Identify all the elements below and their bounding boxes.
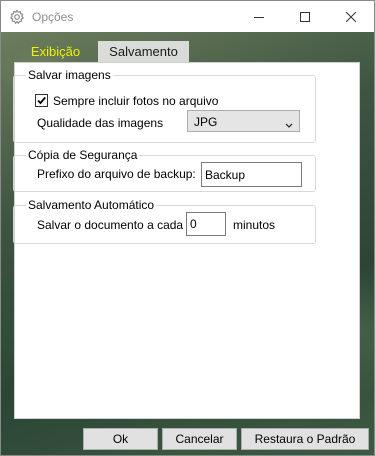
quality-label: Qualidade das imagens <box>37 116 164 130</box>
gear-icon <box>9 9 25 25</box>
cancel-button[interactable]: Cancelar <box>162 428 237 450</box>
always-include-checkbox[interactable] <box>35 94 48 107</box>
close-icon <box>346 11 356 22</box>
tab-exibicao[interactable]: Exibição <box>14 41 97 62</box>
backup-group-title: Cópia de Segurança <box>26 148 140 162</box>
save-images-group: Salvar imagens <box>13 68 316 143</box>
close-button[interactable] <box>328 1 374 32</box>
checkmark-icon <box>37 96 46 105</box>
maximize-button[interactable] <box>282 1 328 32</box>
autosave-unit-label: minutos <box>233 218 276 232</box>
always-include-label[interactable]: Sempre incluir fotos no arquivo <box>53 94 218 108</box>
autosave-every-label: Salvar o documento a cada <box>37 218 184 232</box>
title-bar[interactable]: Opções <box>1 1 374 32</box>
minimize-button[interactable] <box>236 1 282 32</box>
backup-prefix-label: Prefixo do arquivo de backup: <box>37 167 196 181</box>
maximize-icon <box>300 11 310 22</box>
restore-defaults-button[interactable]: Restaura o Padrão <box>241 428 369 450</box>
tab-salvamento[interactable]: Salvamento <box>98 41 189 62</box>
window-title: Opções <box>32 10 74 24</box>
autosave-group-title: Salvamento Automático <box>26 198 157 212</box>
save-images-group-title: Salvar imagens <box>26 68 113 82</box>
chevron-down-icon <box>285 118 293 132</box>
options-dialog: Opções Exibição Salvamento Salvar imagen… <box>0 0 375 456</box>
autosave-minutes-input[interactable] <box>186 212 226 236</box>
backup-prefix-input[interactable] <box>201 162 302 187</box>
quality-select-value: JPG <box>194 115 218 129</box>
minimize-icon <box>254 16 264 18</box>
ok-button[interactable]: Ok <box>83 428 158 450</box>
quality-select[interactable]: JPG <box>187 110 300 132</box>
